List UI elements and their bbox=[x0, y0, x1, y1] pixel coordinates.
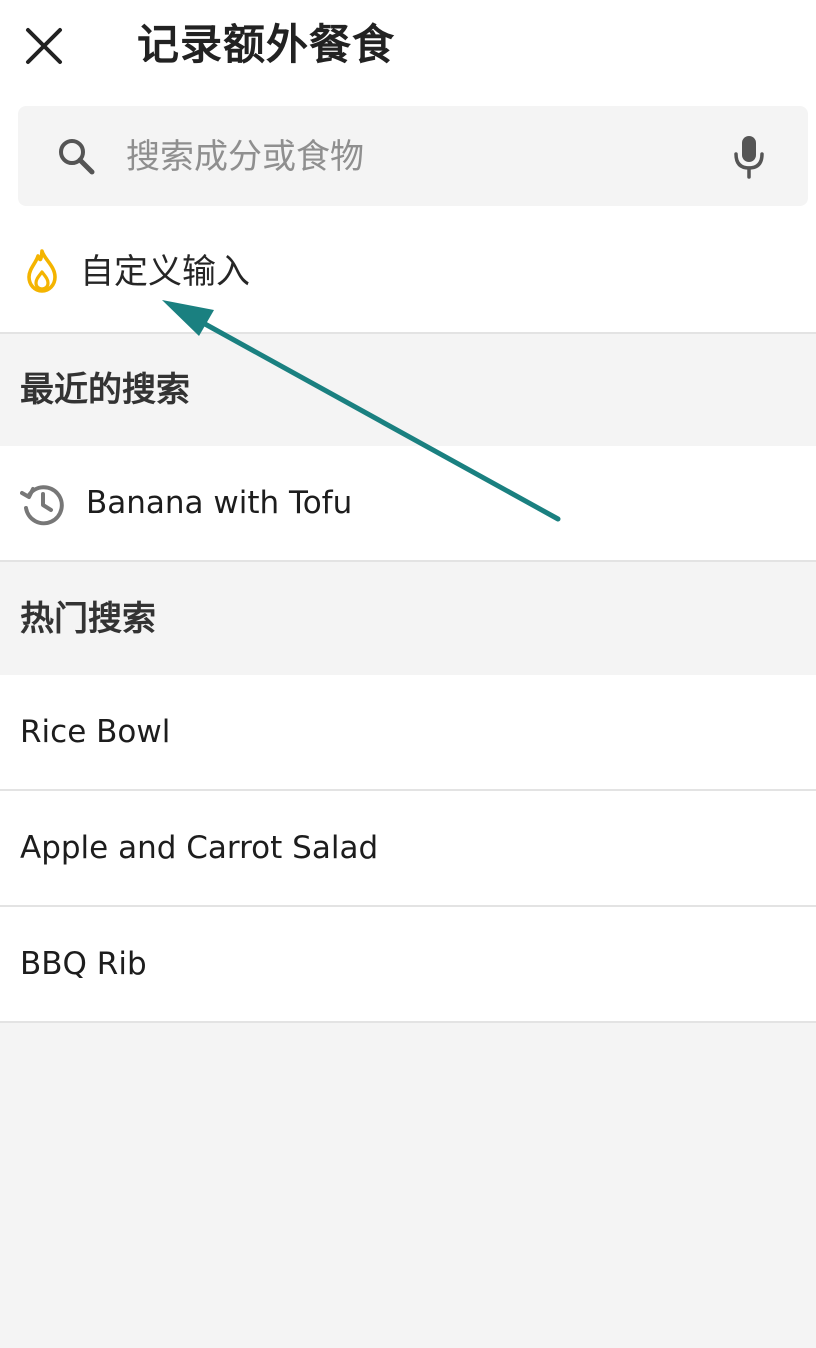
recent-search-label: Banana with Tofu bbox=[86, 485, 353, 521]
search-section bbox=[0, 92, 816, 214]
microphone-icon[interactable] bbox=[731, 134, 767, 180]
popular-searches-header: 热门搜索 bbox=[0, 563, 816, 675]
search-input[interactable] bbox=[124, 126, 688, 188]
history-icon bbox=[20, 485, 64, 526]
recent-search-item[interactable]: Banana with Tofu bbox=[0, 446, 816, 562]
custom-entry-row[interactable]: 自定义输入 bbox=[0, 214, 816, 334]
popular-search-item[interactable]: BBQ Rib bbox=[0, 907, 816, 1023]
close-button[interactable] bbox=[18, 20, 70, 72]
recent-searches-header: 最近的搜索 bbox=[0, 334, 816, 446]
popular-searches-title: 热门搜索 bbox=[20, 599, 156, 639]
popular-search-label: BBQ Rib bbox=[20, 946, 147, 982]
popular-search-label: Apple and Carrot Salad bbox=[20, 830, 379, 866]
page-title: 记录额外餐食 bbox=[137, 20, 396, 69]
custom-entry-label: 自定义输入 bbox=[80, 252, 250, 292]
popular-search-label: Rice Bowl bbox=[20, 714, 171, 750]
popular-search-item[interactable]: Rice Bowl bbox=[0, 675, 816, 791]
search-icon bbox=[59, 139, 95, 175]
search-bar[interactable] bbox=[18, 106, 808, 206]
recent-searches-title: 最近的搜索 bbox=[20, 370, 190, 410]
popular-search-item[interactable]: Apple and Carrot Salad bbox=[0, 791, 816, 907]
header: 记录额外餐食 bbox=[0, 0, 816, 92]
flame-icon bbox=[27, 249, 57, 293]
close-icon bbox=[26, 28, 62, 64]
